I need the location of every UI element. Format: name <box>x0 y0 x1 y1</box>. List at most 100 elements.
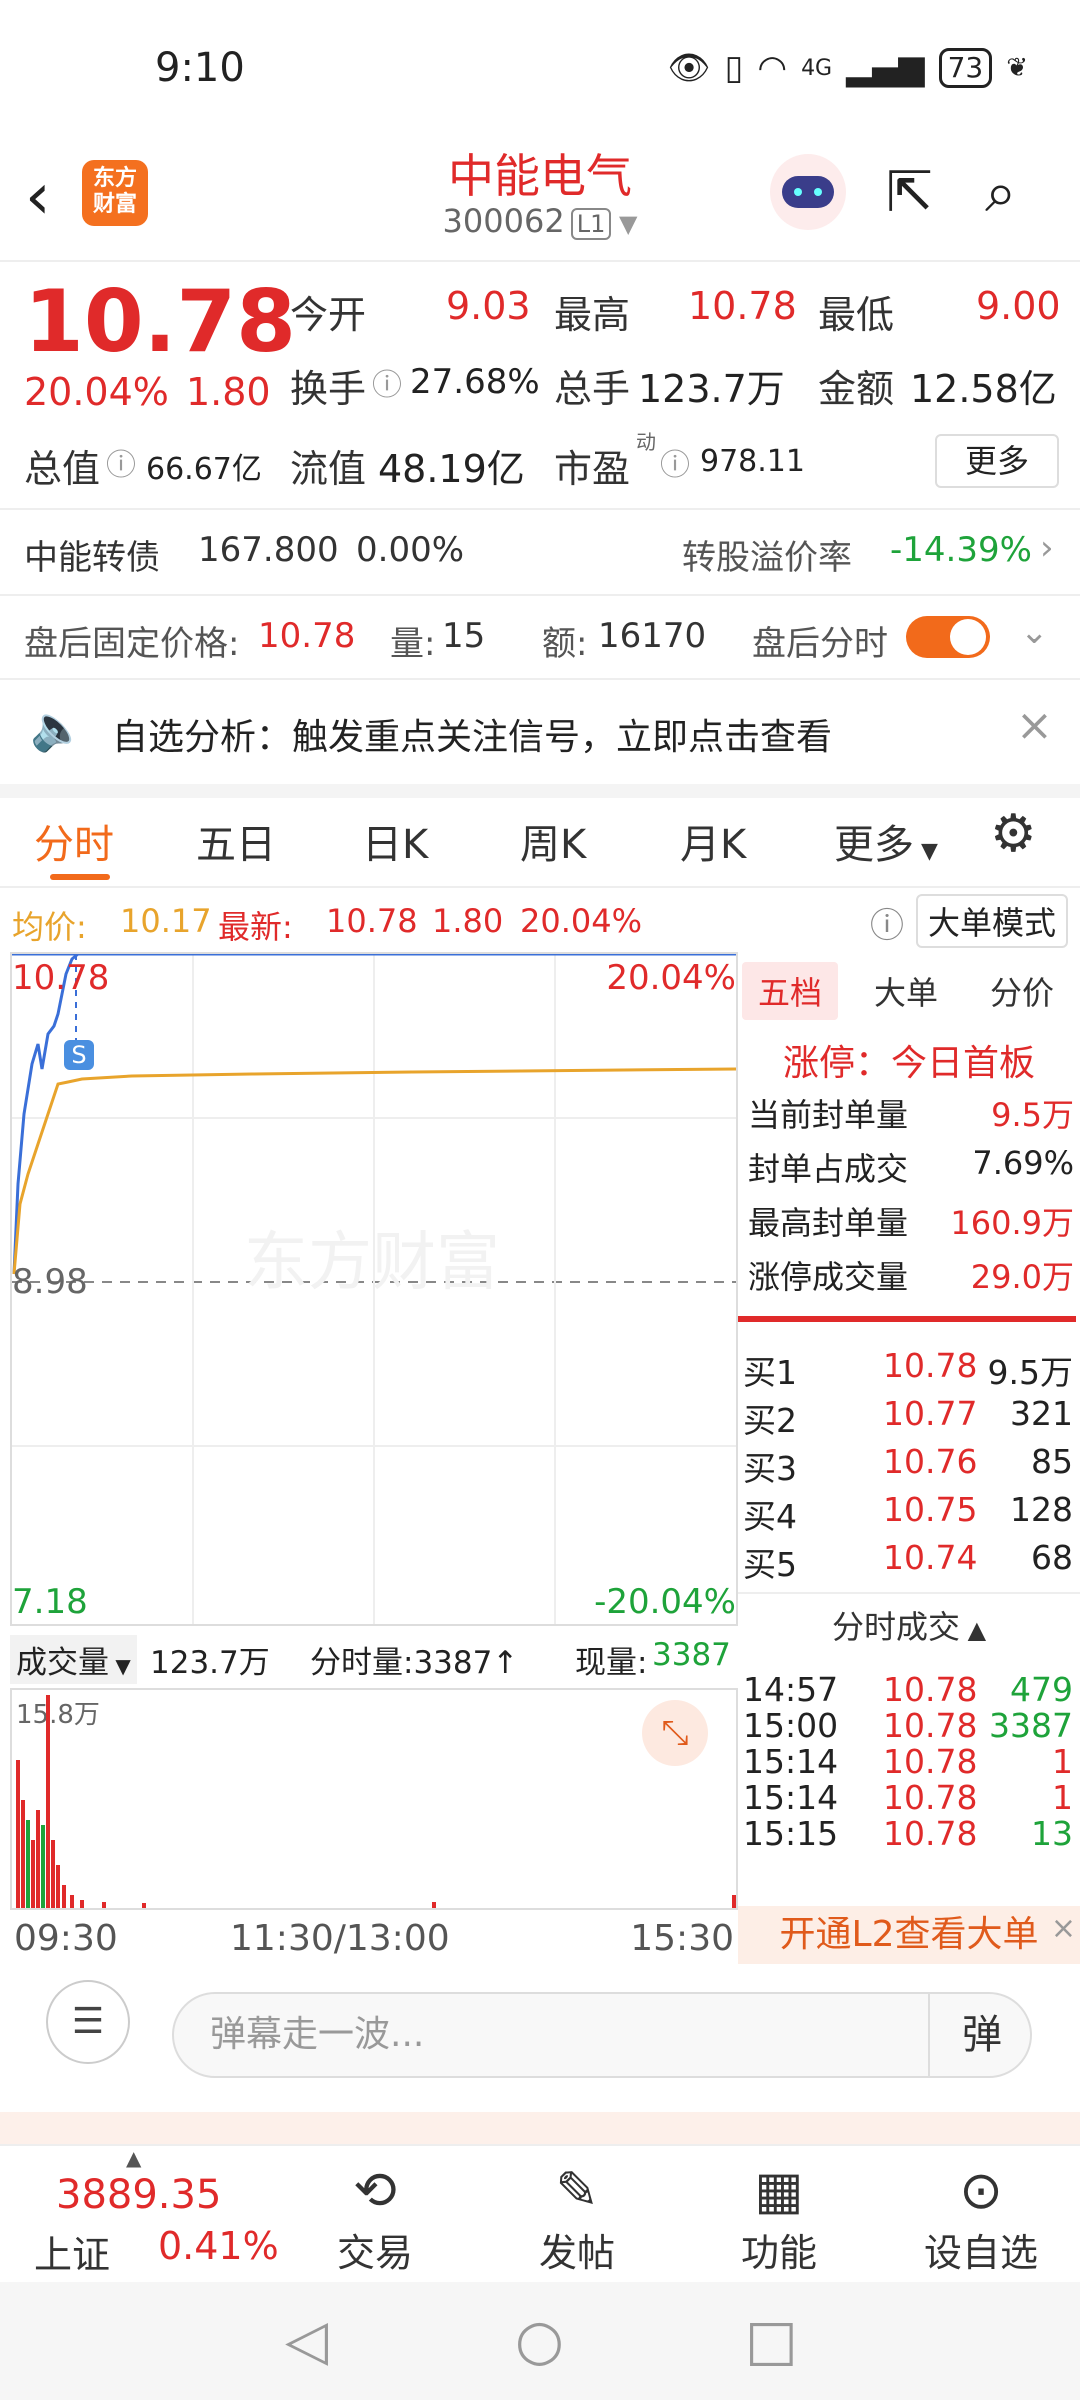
trade-time: 15:14 <box>743 1778 839 1817</box>
stat-row: 当前封单量 9.5万 <box>748 1090 1074 1136</box>
danmu-input[interactable]: 弹幕走一波... <box>172 1992 1032 2078</box>
danmu-settings-icon[interactable]: ☰ <box>46 1980 130 2064</box>
tab-intraday[interactable]: 分时 <box>34 812 114 870</box>
after-hours-toggle[interactable] <box>906 616 990 658</box>
nav-trade[interactable]: ⟲ 交易 <box>300 2160 450 2277</box>
divider <box>738 1316 1076 1322</box>
sell-marker-badge[interactable]: S <box>64 1040 94 1070</box>
signal-icon: ▂▄▆ <box>846 48 925 88</box>
trade-price: 10.78 <box>883 1778 978 1817</box>
after-hours-price: 10.78 <box>258 616 356 656</box>
stat-value: 7.69% <box>972 1144 1074 1182</box>
tab-price-distribution[interactable]: 分价 <box>990 968 1054 1014</box>
convertible-bond-row[interactable]: 中能转债 167.800 0.00% 转股溢价率 -14.39% › <box>0 510 1080 596</box>
price-summary-strip: 均价: 10.17 最新: 10.78 1.80 20.04% ⓘ 大单模式 <box>0 890 1080 948</box>
tab-daily-k[interactable]: 日K <box>362 812 428 870</box>
turnover-label: 换手 <box>290 367 367 411</box>
turnover-value: 27.68% <box>410 362 540 402</box>
trade-time: 15:00 <box>743 1706 839 1745</box>
volume-chart[interactable]: 15.8万 ⤡ <box>10 1688 738 1910</box>
axis-mid-price: 8.98 <box>12 1262 88 1302</box>
open-value: 9.03 <box>446 284 531 328</box>
back-triangle-icon[interactable]: ◁ <box>285 2308 328 2373</box>
index-ticker[interactable]: ▲ 3889.35 上证 0.41% <box>0 2146 279 2282</box>
latest-value: 10.78 <box>326 902 418 940</box>
status-bar: 9:10 👁 ▯ ◠ 4G ▂▄▆ 73 ❦ <box>0 0 1080 140</box>
trade-time: 14:57 <box>743 1670 839 1709</box>
share-icon[interactable]: ⇱ <box>886 160 933 225</box>
bid-volume: 68 <box>1031 1538 1073 1577</box>
big-order-mode-button[interactable]: 大单模式 <box>916 894 1069 948</box>
bond-price: 167.800 <box>198 530 339 570</box>
search-icon[interactable]: ⌕ <box>985 160 1016 226</box>
settings-gear-icon[interactable]: ⚙ <box>990 804 1037 864</box>
trades-header[interactable]: 分时成交 ▲ <box>738 1592 1080 1648</box>
bid-price: 10.78 <box>883 1346 978 1385</box>
l2-upgrade-banner[interactable]: 开通L2查看大单 × <box>738 1906 1080 1964</box>
bid-label: 买1 <box>743 1353 797 1392</box>
premium-label: 转股溢价率 <box>682 538 852 578</box>
tab-more[interactable]: 更多 ▼ <box>834 812 938 870</box>
trade-volume: 1 <box>1052 1778 1073 1817</box>
trade-price: 10.78 <box>883 1742 978 1781</box>
last-price: 10.78 <box>24 272 297 372</box>
info-icon[interactable]: ⓘ <box>106 440 136 484</box>
close-icon[interactable]: × <box>1016 700 1053 751</box>
active-tab-indicator <box>50 874 110 880</box>
nav-post[interactable]: ✎ 发帖 <box>502 2160 652 2277</box>
pe-dynamic-sup: 动 <box>636 430 656 454</box>
robot-assistant-icon[interactable] <box>770 154 846 230</box>
recents-square-icon[interactable]: □ <box>745 2308 798 2373</box>
intraday-chart[interactable]: 东方财富 10.78 20.04% 8.98 7.18 -20.04% S <box>10 952 738 1626</box>
float-cap-value: 48.19亿 <box>378 447 525 491</box>
more-button[interactable]: 更多 <box>935 434 1059 488</box>
trade-volume: 479 <box>1010 1670 1073 1709</box>
tab-monthly-k[interactable]: 月K <box>680 812 746 870</box>
danmu-send-button[interactable]: 弹 <box>928 1992 1034 2078</box>
info-icon[interactable]: ⓘ <box>372 360 402 404</box>
nav-post-label: 发帖 <box>538 2231 615 2275</box>
home-circle-icon[interactable]: ○ <box>515 2308 564 2373</box>
help-icon[interactable]: ⓘ <box>870 898 904 947</box>
grid-icon: ▦ <box>754 2161 804 2221</box>
danmu-bar: ☰ 弹幕走一波... 弹 <box>0 1962 1080 2082</box>
axis-top-percent: 20.04% <box>606 958 736 998</box>
time-end: 15:30 <box>630 1918 734 1959</box>
index-name: 上证 <box>34 2233 111 2277</box>
expand-icon[interactable]: ⤡ <box>642 1700 708 1766</box>
stat-row: 最高封单量 160.9万 <box>748 1198 1074 1244</box>
after-hours-amount: 16170 <box>598 616 707 656</box>
change-percent: 20.04% <box>24 370 169 414</box>
bid-volume: 85 <box>1031 1442 1073 1481</box>
nav-functions-label: 功能 <box>740 2231 817 2275</box>
stat-label: 当前封单量 <box>748 1096 909 1134</box>
tab-weekly-k[interactable]: 周K <box>520 812 586 870</box>
nav-functions[interactable]: ▦ 功能 <box>704 2160 854 2277</box>
tab-big-orders[interactable]: 大单 <box>874 968 938 1014</box>
time-start: 09:30 <box>14 1918 118 1959</box>
latest-label: 最新: <box>218 908 293 946</box>
latest-change: 1.80 <box>432 902 504 940</box>
volume-indicator-select[interactable]: 成交量 ▼ <box>10 1635 137 1684</box>
info-icon[interactable]: ⓘ <box>660 440 690 484</box>
float-cap-label: 流值 <box>290 447 367 491</box>
volume-bars <box>16 1695 736 1908</box>
tab-five-levels[interactable]: 五档 <box>742 962 839 1020</box>
l2-banner-text: 开通L2查看大单 <box>779 1914 1039 1955</box>
market-cap-label: 总值 <box>24 447 101 491</box>
bid-volume: 128 <box>1010 1490 1073 1529</box>
system-nav-bar: ◁ ○ □ <box>0 2282 1080 2400</box>
close-icon[interactable]: × <box>1051 1900 1076 1958</box>
current-volume-label: 现量: <box>575 1645 648 1681</box>
open-label: 今开 <box>290 293 367 337</box>
amount-label: 金额 <box>818 367 895 411</box>
status-icons: 👁 ▯ ◠ 4G ▂▄▆ 73 ❦ <box>668 48 1028 88</box>
trade-price: 10.78 <box>883 1706 978 1745</box>
after-hours-amount-label: 额: <box>542 624 588 664</box>
tab-five-day[interactable]: 五日 <box>196 812 276 870</box>
chart-tabs: 分时 五日 日K 周K 月K 更多 ▼ ⚙ <box>0 790 1080 888</box>
nav-add-watchlist[interactable]: ⊙ 设自选 <box>906 2160 1056 2277</box>
bid-label: 买4 <box>743 1497 797 1536</box>
signal-notice-banner[interactable]: 🔈 自选分析：触发重点关注信号，立即点击查看 × <box>0 680 1080 798</box>
chevron-down-icon[interactable]: ⌄ <box>1020 612 1049 652</box>
